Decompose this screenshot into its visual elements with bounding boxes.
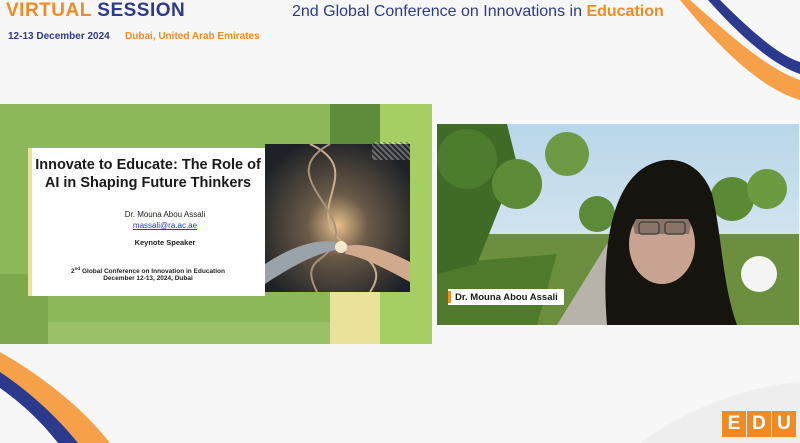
logo-letter-u: U	[772, 411, 796, 437]
swoosh-top-right-orange	[680, 0, 800, 100]
edu-logo: E D U	[722, 411, 797, 437]
event-dates: 12-13 December 2024	[8, 31, 110, 42]
event-location: Dubai, United Arab Emirates	[125, 31, 260, 42]
slide-conference-line-2: December 12-13, 2024, Dubai	[103, 275, 193, 282]
slide-role: Keynote Speaker	[134, 238, 196, 247]
session-word-virtual: VIRTUAL	[6, 0, 92, 21]
conference-title: 2nd Global Conference on Innovations in …	[292, 3, 664, 21]
slide-conference-line-1: 2nd Global Conference on Innovation in E…	[34, 266, 262, 275]
slide-title: Innovate to Educate: The Role of AI in S…	[35, 157, 261, 191]
logo-letter-d: D	[747, 411, 771, 437]
slide-yellow-block	[330, 289, 380, 344]
logo-letter-e: E	[722, 411, 746, 437]
slide-email-link[interactable]: massali@ra.ac.ae	[70, 221, 260, 230]
conference-title-prefix: 2nd Global Conference on Innovations in	[292, 3, 582, 20]
slide-author: Dr. Mouna Abou Assali	[124, 210, 206, 219]
speaker-name: Dr. Mouna Abou Assali	[455, 291, 558, 303]
session-title: VIRTUAL SESSION	[6, 0, 185, 22]
name-tag-accent	[448, 291, 451, 303]
slide-bottom-block	[48, 322, 330, 344]
speaker-name-tag: Dr. Mouna Abou Assali	[448, 289, 564, 305]
slide-corner-pattern	[372, 142, 410, 160]
conference-title-highlight: Education	[586, 3, 664, 20]
session-word-session: SESSION	[97, 0, 186, 21]
dna-hands-image	[265, 144, 410, 292]
